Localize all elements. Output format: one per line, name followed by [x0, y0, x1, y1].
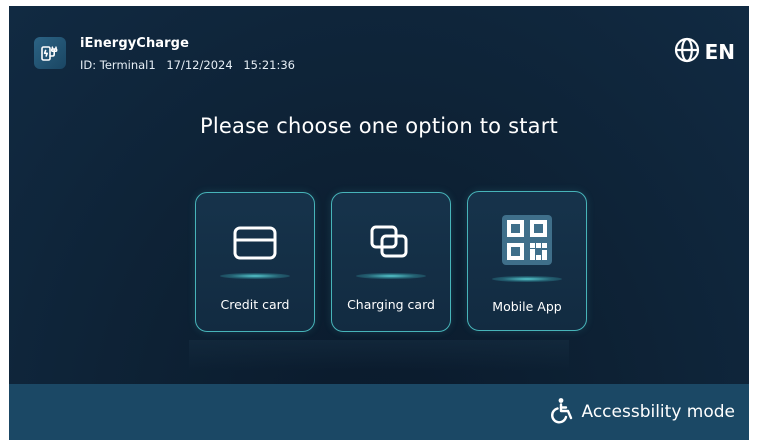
credit-card-icon — [196, 223, 314, 263]
charging-card-icon — [332, 223, 450, 263]
kiosk-screen: iEnergyCharge ID: Terminal1 17/12/2024 1… — [9, 6, 749, 440]
charging-card-label: Charging card — [347, 297, 435, 312]
credit-card-label: Credit card — [220, 297, 290, 312]
qr-code-icon — [468, 212, 586, 268]
option-glow — [356, 273, 426, 279]
wheelchair-icon — [549, 396, 577, 428]
footer-bar: Accessbility mode — [9, 384, 749, 440]
mobile-app-option[interactable]: Mobile App — [467, 191, 587, 331]
payment-options: Credit card Charging card Mobile App — [9, 6, 749, 440]
option-glow — [492, 276, 562, 282]
accessibility-mode-label: Accessbility mode — [581, 402, 736, 422]
credit-card-option[interactable]: Credit card — [195, 192, 315, 332]
charging-card-option[interactable]: Charging card — [331, 192, 451, 332]
option-glow — [220, 273, 290, 279]
mobile-app-label: Mobile App — [492, 299, 562, 314]
accessibility-mode-button[interactable]: Accessbility mode — [549, 396, 736, 428]
